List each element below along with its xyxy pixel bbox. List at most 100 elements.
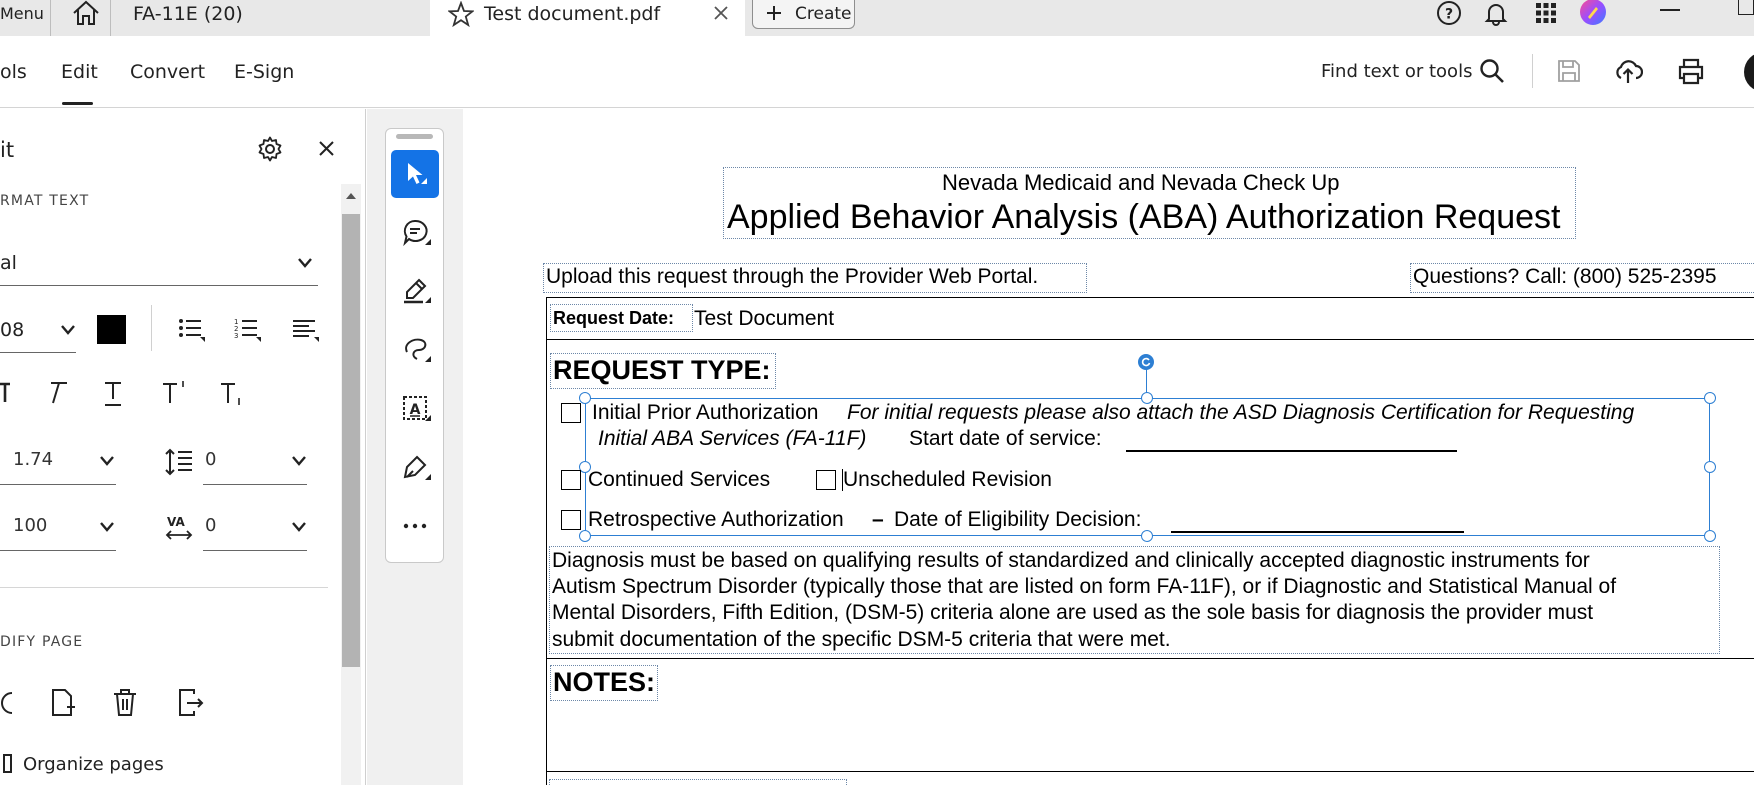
request-date-label: Request Date: — [553, 308, 675, 328]
cloud-upload-icon[interactable] — [1613, 56, 1643, 86]
table-line — [546, 297, 1754, 298]
sign-tool-button[interactable] — [391, 444, 439, 492]
bullet-list-icon[interactable] — [177, 316, 207, 344]
apps-grid-icon[interactable] — [1534, 1, 1558, 25]
draw-tool-button[interactable] — [391, 326, 439, 374]
superscript-icon[interactable] — [160, 378, 190, 406]
modify-page-label: DIFY PAGE — [0, 634, 84, 650]
nav-esign[interactable]: E-Sign — [234, 61, 294, 83]
eligibility-date-blank[interactable] — [1171, 531, 1464, 533]
chevron-down-icon[interactable] — [99, 521, 115, 533]
comment-tool-button[interactable] — [391, 209, 439, 257]
nav-convert[interactable]: Convert — [130, 61, 205, 83]
extract-page-icon[interactable] — [176, 688, 206, 718]
maximize-button[interactable] — [1738, 0, 1754, 15]
resize-handle[interactable] — [1141, 530, 1153, 542]
svg-text:?: ? — [1445, 7, 1453, 23]
paragraph-spacing-value[interactable]: 0 — [205, 449, 216, 470]
checkbox-unscheduled-revision[interactable] — [816, 470, 836, 490]
option-unscheduled-revision: Unscheduled Revision — [843, 468, 1052, 491]
scroll-up-icon[interactable] — [345, 192, 357, 200]
checkbox-retrospective-auth[interactable] — [561, 510, 581, 530]
search-icon[interactable] — [1479, 58, 1505, 84]
panel-divider — [151, 305, 152, 351]
chevron-down-icon[interactable] — [291, 521, 307, 533]
organize-pages-link[interactable]: Organize pages — [23, 754, 164, 775]
table-border-left — [546, 297, 547, 785]
horizontal-scale-value[interactable]: 100 — [13, 515, 47, 536]
create-button[interactable]: Create — [752, 0, 855, 29]
subscript-icon[interactable] — [218, 378, 248, 408]
gear-icon[interactable] — [257, 136, 283, 162]
numbered-list-icon[interactable]: 1 2 3 — [233, 316, 263, 344]
tab-fa11e[interactable]: FA-11E (20) — [133, 3, 243, 25]
text-box-tool-button[interactable]: A — [391, 385, 439, 433]
next-field-box[interactable] — [549, 779, 847, 785]
drag-handle[interactable] — [396, 134, 433, 139]
create-label: Create — [795, 4, 852, 24]
svg-text:3: 3 — [234, 332, 238, 340]
panel-scrollbar[interactable] — [341, 184, 361, 785]
character-spacing-value[interactable]: 0 — [205, 515, 216, 536]
tab-label: Test document.pdf — [484, 3, 661, 25]
avatar[interactable] — [1744, 52, 1754, 92]
scroll-thumb[interactable] — [342, 214, 360, 667]
help-icon[interactable]: ? — [1436, 0, 1462, 26]
insert-page-icon[interactable] — [49, 688, 77, 718]
underline-text-icon[interactable] — [100, 380, 128, 408]
bell-icon[interactable] — [1483, 0, 1509, 26]
header-program-name: Nevada Medicaid and Nevada Check Up — [942, 170, 1340, 195]
diagnosis-line: submit documentation of the specific DSM… — [552, 628, 1171, 651]
rotate-icon[interactable] — [0, 688, 14, 718]
header-form-title: Applied Behavior Analysis (ABA) Authoriz… — [727, 198, 1561, 236]
sign-pen-icon — [403, 455, 431, 480]
chevron-down-icon[interactable] — [291, 455, 307, 467]
text-color-swatch[interactable] — [97, 315, 126, 344]
chevron-down-icon[interactable] — [60, 324, 76, 336]
menu-button[interactable]: Menu — [0, 4, 44, 23]
home-icon[interactable] — [71, 0, 101, 26]
align-left-icon[interactable] — [291, 316, 321, 344]
star-icon[interactable] — [448, 1, 474, 27]
close-icon[interactable] — [713, 5, 729, 21]
format-text-label: RMAT TEXT — [0, 193, 90, 209]
chevron-down-icon[interactable] — [99, 455, 115, 467]
font-family-select[interactable]: al — [0, 252, 17, 274]
trash-icon[interactable] — [112, 688, 138, 718]
request-date-value[interactable]: Test Document — [694, 307, 834, 331]
minimize-button[interactable] — [1660, 9, 1680, 11]
select-tool-button[interactable] — [391, 150, 439, 198]
diagnosis-line: Mental Disorders, Fifth Edition, (DSM-5)… — [552, 601, 1594, 624]
start-date-label: Start date of service: — [909, 427, 1102, 450]
font-size-select[interactable]: 08 — [0, 319, 24, 341]
diagnosis-line: Autism Spectrum Disorder (typically thos… — [552, 575, 1617, 598]
rotate-icon — [1141, 357, 1151, 367]
resize-handle[interactable] — [1704, 461, 1716, 473]
resize-handle[interactable] — [1704, 530, 1716, 542]
highlight-tool-button[interactable] — [391, 267, 439, 315]
checkbox-initial-prior-auth[interactable] — [561, 403, 581, 423]
resize-handle[interactable] — [1704, 392, 1716, 404]
bold-text-icon[interactable] — [0, 380, 12, 404]
table-line — [546, 658, 1754, 659]
italic-text-icon[interactable] — [42, 380, 70, 406]
more-tools-button[interactable] — [391, 502, 439, 550]
nav-tools[interactable]: ols — [0, 61, 27, 83]
checkbox-continued-services[interactable] — [561, 470, 581, 490]
main-toolbar: ols Edit Convert E-Sign Find text or too… — [0, 36, 1754, 108]
tab-divider — [110, 0, 111, 36]
save-icon[interactable] — [1556, 58, 1582, 84]
nav-edit[interactable]: Edit — [61, 61, 98, 83]
line-spacing-value[interactable]: 1.74 — [13, 449, 53, 470]
svg-text:VA: VA — [167, 515, 185, 529]
start-date-blank[interactable] — [1126, 450, 1457, 452]
rotate-handle[interactable] — [1138, 354, 1154, 370]
comment-icon — [403, 219, 431, 247]
tab-test-document[interactable]: Test document.pdf — [430, 0, 745, 36]
close-panel-icon[interactable] — [318, 140, 335, 157]
find-text-label[interactable]: Find text or tools — [1321, 61, 1472, 82]
toolbar-divider — [1532, 54, 1533, 88]
chevron-down-icon[interactable] — [297, 257, 313, 269]
print-icon[interactable] — [1676, 56, 1706, 86]
ai-assistant-icon[interactable] — [1579, 0, 1607, 28]
